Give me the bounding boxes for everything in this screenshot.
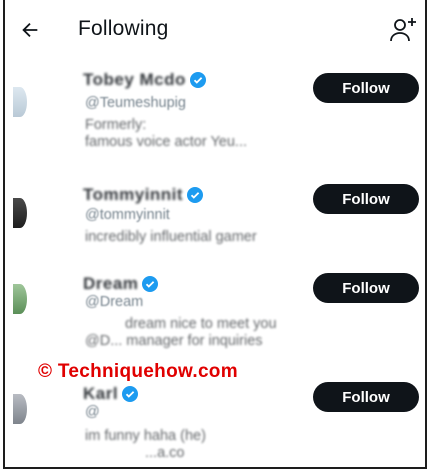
verified-badge-icon <box>122 386 139 402</box>
follow-button[interactable]: Follow <box>313 273 419 303</box>
list-item[interactable]: Tobey Mcdo @Teumeshupig Formerly: famous… <box>5 62 425 162</box>
list-item[interactable]: Tommyinnit @tommyinnit incredibly influe… <box>5 172 425 272</box>
verified-badge-icon <box>187 187 204 203</box>
follow-button[interactable]: Follow <box>313 184 419 214</box>
page-title: Following <box>78 17 169 40</box>
account-name[interactable]: Tobey Mcdo <box>83 70 186 90</box>
account-handle: @tommyinnit <box>85 207 170 223</box>
account-bio: im funny haha (he) ...a.co <box>85 428 206 461</box>
account-name[interactable]: Dream <box>83 274 138 294</box>
avatar[interactable] <box>13 87 27 117</box>
account-bio: dream nice to meet you @D... manager for… <box>85 316 277 349</box>
account-handle: @Teumeshupig <box>85 95 186 111</box>
screen-frame: Following Tobey Mcdo @Teumeshupig Former… <box>3 0 427 469</box>
avatar[interactable] <box>13 394 27 424</box>
verified-badge-icon <box>142 276 159 292</box>
account-bio: Formerly: famous voice actor Yeu... <box>85 117 248 150</box>
account-handle: @Dream <box>85 294 144 310</box>
arrow-left-icon[interactable] <box>19 19 41 41</box>
avatar[interactable] <box>13 198 27 228</box>
account-bio: incredibly influential gamer <box>85 229 257 245</box>
avatar[interactable] <box>13 284 27 314</box>
account-name[interactable]: Karl <box>83 384 118 404</box>
follow-button[interactable]: Follow <box>313 73 419 103</box>
list-item[interactable]: Dream @Dream dream nice to meet you @D..… <box>5 262 425 362</box>
follow-button[interactable]: Follow <box>313 382 419 412</box>
account-name[interactable]: Tommyinnit <box>83 185 183 205</box>
list-item[interactable]: Karl @ im funny haha (he) ...a.co Follow <box>5 372 425 467</box>
account-handle: @ <box>85 404 100 420</box>
watermark-text: © Techniquehow.com <box>38 361 238 382</box>
verified-badge-icon <box>189 72 206 88</box>
person-plus-icon[interactable] <box>389 16 419 44</box>
top-bar: Following <box>5 0 425 60</box>
